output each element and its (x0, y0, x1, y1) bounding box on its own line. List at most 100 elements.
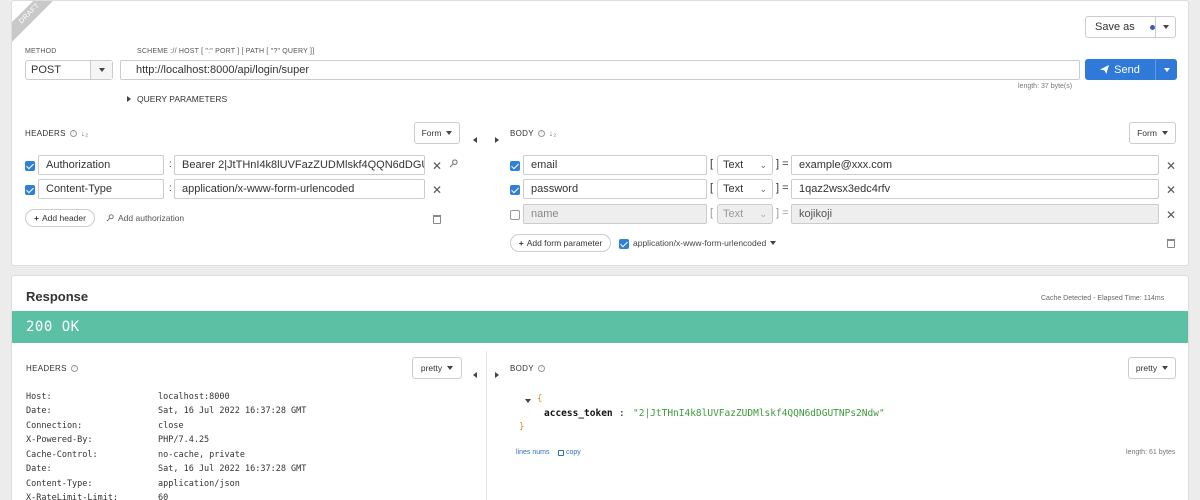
add-authorization-label: Add authorization (118, 213, 185, 223)
param-value-input[interactable]: 1qaz2wsx3edc4rfv (791, 179, 1159, 199)
help-icon[interactable]: ? (70, 365, 78, 372)
format-label: Form (1137, 128, 1157, 138)
header-colon: : (169, 183, 172, 194)
request-body-title: BODY ? ↓₂ (510, 129, 557, 138)
line-nums-toggle[interactable]: lines nums (516, 449, 549, 456)
response-title: Response (26, 289, 89, 304)
plus-icon: + (518, 238, 524, 248)
request-panel: DRAFT Save as METHOD SCHEME :// HOST [ "… (11, 0, 1189, 266)
response-header-key: Content-Type: (26, 479, 93, 489)
param-type-value: Text (723, 183, 744, 195)
chevron-down-icon: ⌄ (759, 208, 767, 219)
trash-icon[interactable] (1167, 239, 1175, 248)
encoding-select[interactable]: application/x-www-form-urlencoded (633, 238, 777, 248)
param-enabled-checkbox[interactable] (510, 185, 520, 195)
sort-icon[interactable]: ↓₂ (549, 129, 557, 138)
url-hint: SCHEME :// HOST [ ":" PORT ] [ PATH [ "?… (137, 48, 315, 55)
body-title-text: BODY (510, 129, 534, 138)
response-headers-format-select[interactable]: pretty (412, 357, 462, 379)
url-input[interactable]: http://localhost:8000/api/login/super (120, 60, 1080, 80)
query-parameters-label: QUERY PARAMETERS (137, 94, 228, 104)
chevron-down-icon (1163, 67, 1170, 72)
request-headers-title: HEADERS ? ↓₂ (25, 129, 89, 138)
param-type-value: Text (723, 159, 744, 171)
collapse-json-icon[interactable] (525, 399, 531, 403)
param-type-select[interactable]: Text ⌄ (717, 179, 773, 199)
header-colon: : (169, 159, 172, 170)
bracket-close-equals: ] = (776, 207, 789, 219)
add-form-parameter-button[interactable]: + Add form parameter (510, 234, 611, 252)
response-header-value: Sat, 16 Jul 2022 16:37:28 GMT (158, 464, 307, 474)
param-type-value: Text (723, 208, 744, 220)
key-icon[interactable] (449, 159, 458, 168)
param-name-input[interactable]: email (523, 155, 707, 175)
json-close-brace: } (519, 422, 525, 432)
help-icon[interactable]: ? (537, 130, 545, 137)
encoding-checkbox[interactable] (619, 239, 629, 249)
json-separator: : (619, 408, 625, 419)
response-header-value: Sat, 16 Jul 2022 16:37:28 GMT (158, 406, 307, 416)
headers-format-select[interactable]: Form (414, 122, 460, 144)
json-value: "2|JtTHnI4k8lUVFazZUDMlskf4QQN6dDGUTNPs2… (633, 408, 885, 419)
chevron-down-icon (770, 241, 777, 245)
remove-param-icon[interactable]: ✕ (1166, 208, 1176, 222)
save-options-toggle[interactable] (1155, 17, 1175, 37)
paper-plane-icon (1100, 65, 1110, 74)
encoding-label: application/x-www-form-urlencoded (633, 238, 767, 248)
param-value-input[interactable]: kojikoji (791, 204, 1159, 224)
send-button[interactable]: Send (1085, 59, 1177, 80)
param-enabled-checkbox[interactable] (510, 161, 520, 171)
response-panel: Response Cache Detected - Elapsed Time: … (11, 275, 1189, 500)
remove-header-icon[interactable]: ✕ (432, 159, 442, 173)
remove-param-icon[interactable]: ✕ (1166, 159, 1176, 173)
add-header-label: Add header (42, 213, 86, 223)
method-label: METHOD (25, 48, 57, 55)
response-body-format-select[interactable]: pretty (1128, 357, 1176, 379)
header-value-input[interactable]: Bearer 2|JtTHnI4k8lUVFazZUDMlskf4QQN6dDG… (174, 155, 425, 175)
bracket-close-equals: ] = (776, 158, 789, 170)
collapse-left-icon[interactable] (473, 365, 477, 383)
method-select[interactable]: POST (25, 60, 113, 80)
help-icon[interactable]: ? (69, 130, 77, 137)
json-key: access_token (544, 408, 613, 419)
trash-icon[interactable] (433, 215, 441, 224)
chevron-down-icon (447, 366, 454, 370)
remove-header-icon[interactable]: ✕ (432, 183, 442, 197)
send-options-toggle[interactable] (1155, 59, 1177, 80)
param-value-input[interactable]: example@xxx.com (791, 155, 1159, 175)
collapse-right-icon[interactable] (495, 365, 499, 383)
query-parameters-toggle[interactable]: QUERY PARAMETERS (127, 94, 227, 104)
chevron-down-icon: ⌄ (759, 183, 767, 194)
response-header-value: application/json (158, 479, 240, 489)
collapse-left-icon[interactable] (473, 130, 477, 148)
copy-label: copy (566, 449, 581, 456)
response-header-key: Connection: (26, 421, 83, 431)
header-name-input[interactable]: Content-Type (38, 179, 164, 199)
body-format-select[interactable]: Form (1129, 122, 1176, 144)
response-header-key: Host: (26, 392, 52, 402)
collapse-right-icon[interactable] (495, 130, 499, 148)
add-header-button[interactable]: + Add header (25, 209, 95, 227)
response-meta: Cache Detected - Elapsed Time: 114ms (1041, 295, 1165, 302)
copy-icon (558, 449, 564, 456)
header-name-input[interactable]: Authorization (38, 155, 164, 175)
bracket-close-equals: ] = (776, 182, 789, 194)
param-type-select[interactable]: Text ⌄ (717, 155, 773, 175)
status-text: 200 OK (26, 319, 80, 335)
param-name-input[interactable]: password (523, 179, 707, 199)
remove-param-icon[interactable]: ✕ (1166, 183, 1176, 197)
copy-button[interactable]: copy (558, 449, 581, 456)
header-enabled-checkbox[interactable] (25, 161, 35, 171)
param-enabled-checkbox[interactable] (510, 210, 520, 220)
header-enabled-checkbox[interactable] (25, 185, 35, 195)
response-header-key: Cache-Control: (26, 450, 98, 460)
param-name-input[interactable]: name (523, 204, 707, 224)
help-icon[interactable]: ? (537, 365, 545, 372)
header-value-input[interactable]: application/x-www-form-urlencoded (174, 179, 425, 199)
add-authorization-link[interactable]: Add authorization (106, 213, 184, 223)
param-type-select[interactable]: Text ⌄ (717, 204, 773, 224)
response-header-key: X-RateLimit-Limit: (26, 493, 119, 500)
sort-icon[interactable]: ↓₂ (81, 129, 89, 138)
save-as-button[interactable]: Save as (1085, 16, 1176, 38)
format-label: pretty (420, 363, 443, 373)
